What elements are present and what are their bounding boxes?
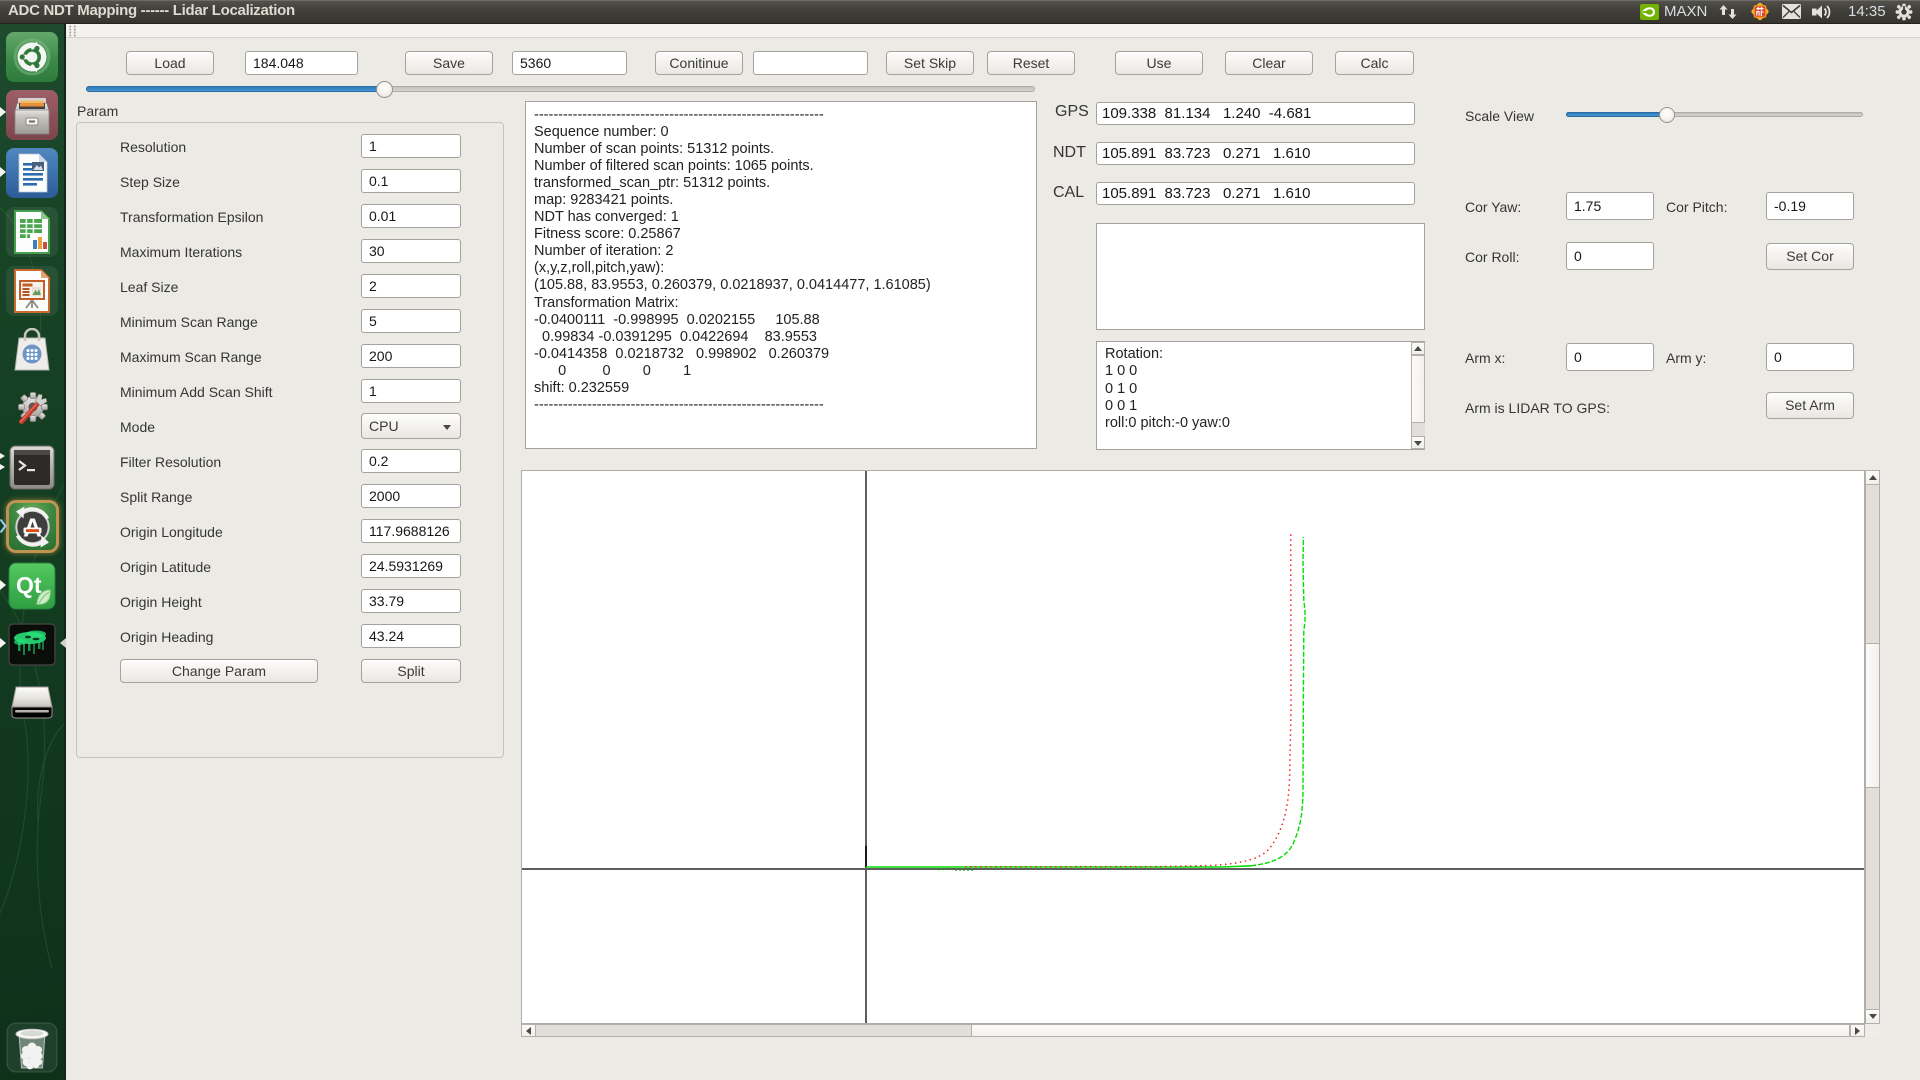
svg-text:Qt: Qt (16, 572, 42, 598)
